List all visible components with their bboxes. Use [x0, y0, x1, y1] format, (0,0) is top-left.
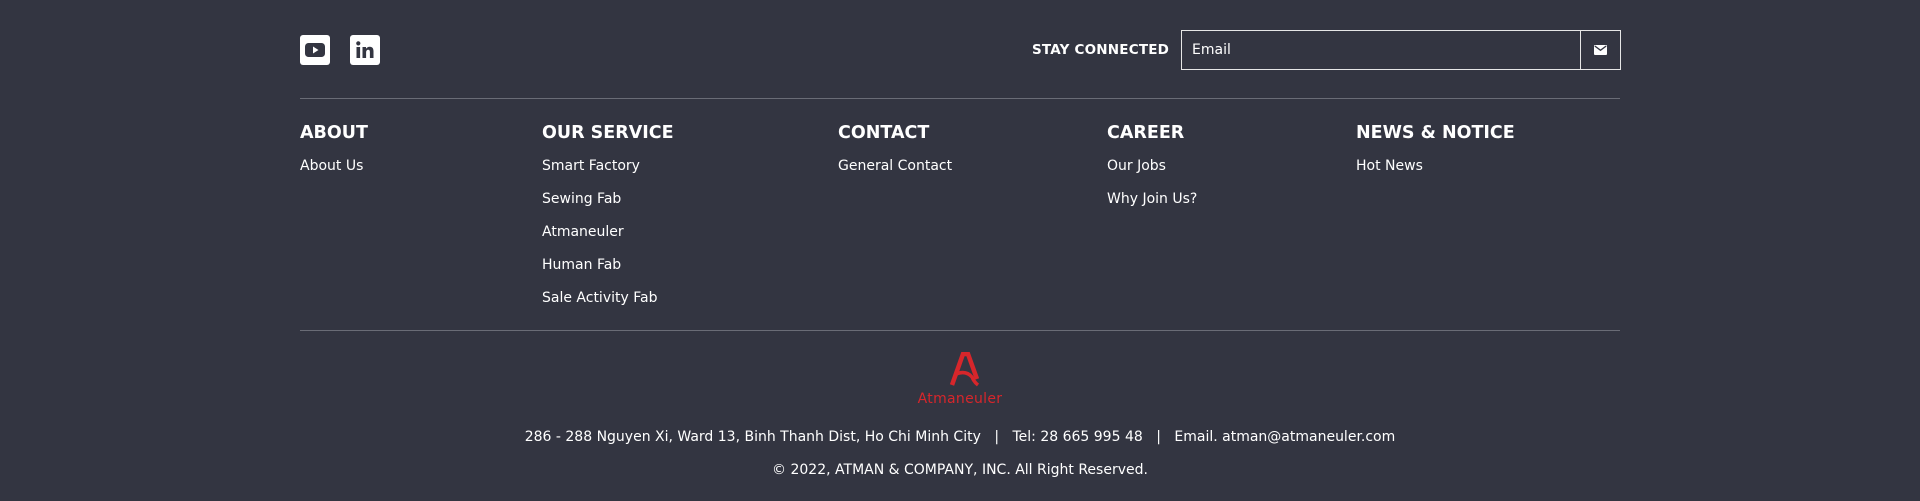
newsletter-form — [1181, 30, 1621, 70]
footer-link-our-jobs[interactable]: Our Jobs — [1107, 157, 1197, 190]
linkedin-icon — [356, 41, 374, 58]
footer-link-general-contact[interactable]: General Contact — [838, 157, 952, 190]
footer-link-atmaneuler[interactable]: Atmaneuler — [542, 223, 674, 256]
divider-top — [300, 98, 1620, 99]
social-links — [300, 35, 380, 65]
separator: | — [994, 429, 1000, 445]
logo-mark-icon — [949, 352, 980, 387]
phone-text: Tel: 28 665 995 48 — [1012, 429, 1143, 445]
contact-info: 286 - 288 Nguyen Xi, Ward 13, Binh Thanh… — [300, 427, 1620, 447]
youtube-icon — [305, 43, 325, 57]
column-heading: NEWS & NOTICE — [1356, 123, 1515, 143]
logo-text: Atmaneuler — [917, 391, 1003, 407]
subscribe-button[interactable] — [1580, 31, 1620, 69]
footer-column-about: ABOUT About Us — [300, 121, 368, 190]
column-heading: OUR SERVICE — [542, 123, 674, 143]
footer-column-contact: CONTACT General Contact — [838, 121, 952, 190]
footer-column-career: CAREER Our Jobs Why Join Us? — [1107, 121, 1197, 223]
footer-link-sewing-fab[interactable]: Sewing Fab — [542, 190, 674, 223]
copyright-text: © 2022, ATMAN & COMPANY, INC. All Right … — [772, 462, 1148, 478]
column-heading: CONTACT — [838, 123, 930, 143]
youtube-link[interactable] — [300, 35, 330, 65]
linkedin-link[interactable] — [350, 35, 380, 65]
mail-icon — [1594, 45, 1607, 55]
stay-connected-label: STAY CONNECTED — [1032, 42, 1170, 58]
column-heading: ABOUT — [300, 123, 368, 143]
divider-bottom — [300, 330, 1620, 331]
footer-column-our-service: OUR SERVICE Smart Factory Sewing Fab Atm… — [542, 121, 674, 322]
email-link[interactable]: Email. atman@atmaneuler.com — [1174, 429, 1395, 445]
footer-column-news-notice: NEWS & NOTICE Hot News — [1356, 121, 1515, 190]
separator: | — [1156, 429, 1161, 445]
footer-link-about-us[interactable]: About Us — [300, 157, 368, 190]
footer-link-why-join-us[interactable]: Why Join Us? — [1107, 190, 1197, 223]
footer-link-smart-factory[interactable]: Smart Factory — [542, 157, 674, 190]
footer-link-hot-news[interactable]: Hot News — [1356, 157, 1515, 190]
footer-link-human-fab[interactable]: Human Fab — [542, 256, 674, 289]
site-footer: STAY CONNECTED ABOUT About Us OUR SERVIC… — [300, 0, 1621, 501]
address-text: 286 - 288 Nguyen Xi, Ward 13, Binh Thanh… — [524, 429, 981, 445]
column-heading: CAREER — [1107, 123, 1185, 143]
email-input[interactable] — [1182, 31, 1580, 69]
atmaneuler-logo[interactable]: Atmaneuler — [910, 352, 1010, 408]
footer-link-sale-activity-fab[interactable]: Sale Activity Fab — [542, 289, 674, 322]
